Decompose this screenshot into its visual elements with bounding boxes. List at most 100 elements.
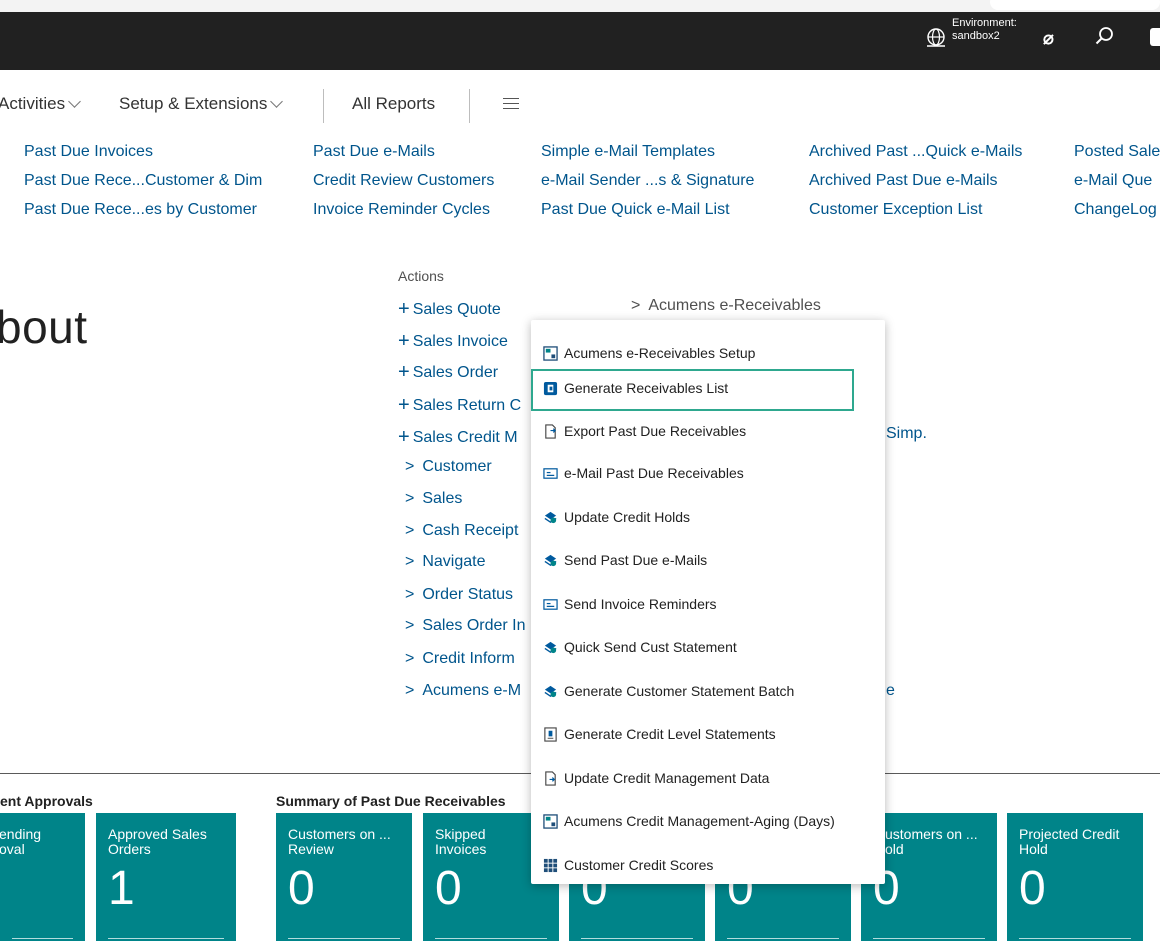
- link-archived-quick-emails[interactable]: Archived Past ...Quick e-Mails: [809, 143, 1022, 161]
- partial-action-text[interactable]: e: [886, 682, 895, 700]
- nav-all-reports[interactable]: All Reports: [352, 94, 435, 114]
- action-new-sales-invoice[interactable]: + Sales Invoice: [398, 329, 508, 352]
- cue-group-approvals-title: ent Approvals: [0, 793, 93, 809]
- action-label: Sales Invoice: [412, 333, 508, 350]
- cue-tile-approved-sales-orders[interactable]: Approved Sales Orders 1: [96, 813, 236, 941]
- cue-tile-customers-on-review[interactable]: Customers on ... Review 0: [276, 813, 412, 941]
- action-group-customer[interactable]: > Customer: [405, 458, 492, 476]
- chevron-right-icon: >: [405, 553, 415, 570]
- menu-item-label: Export Past Due Receivables: [564, 423, 747, 439]
- action-group-label: Sales: [422, 490, 463, 507]
- menu-item-label: Acumens Credit Management-Aging (Days): [564, 813, 835, 829]
- partial-action-text[interactable]: Simp.: [886, 425, 927, 443]
- action-group-sales[interactable]: > Sales: [405, 490, 462, 508]
- menu-item-credit-aging-days[interactable]: Acumens Credit Management-Aging (Days): [543, 810, 835, 832]
- action-group-order-status[interactable]: > Order Status: [405, 586, 513, 604]
- group-header-label: Acumens e-Receivables: [648, 297, 821, 314]
- nav-setup-extensions[interactable]: Setup & Extensions: [119, 94, 284, 114]
- menu-item-send-past-due-emails[interactable]: Send Past Due e-Mails: [543, 549, 707, 571]
- grid-icon: [543, 858, 558, 873]
- link-simple-email-templates[interactable]: Simple e-Mail Templates: [541, 143, 715, 161]
- email-icon: [543, 599, 558, 610]
- document-icon: [545, 771, 556, 786]
- action-group-sales-order-info[interactable]: > Sales Order In: [405, 617, 526, 635]
- action-new-sales-credit[interactable]: + Sales Credit M: [398, 425, 518, 448]
- process-icon: [544, 511, 557, 524]
- link-archived-past-due-emails[interactable]: Archived Past Due e-Mails: [809, 172, 998, 190]
- acumens-ereceivables-group[interactable]: > Acumens e-Receivables: [631, 297, 821, 315]
- menu-item-label: Generate Credit Level Statements: [564, 726, 776, 742]
- tile-label: Review: [288, 841, 334, 857]
- globe-icon[interactable]: [924, 25, 948, 49]
- nav-activities[interactable]: Activities: [0, 94, 81, 114]
- action-new-sales-quote[interactable]: + Sales Quote: [398, 297, 501, 320]
- setup-icon: [543, 814, 558, 829]
- menu-item-update-credit-holds[interactable]: Update Credit Holds: [543, 506, 690, 528]
- tile-value: 0: [435, 862, 462, 915]
- link-past-due-invoices[interactable]: Past Due Invoices: [24, 143, 153, 161]
- page-title: bout: [0, 301, 88, 353]
- action-group-navigate[interactable]: > Navigate: [405, 553, 486, 571]
- link-customer-exception-list[interactable]: Customer Exception List: [809, 201, 982, 219]
- environment-caption: Environment:: [952, 17, 1017, 29]
- link-posted-sales[interactable]: Posted Sale: [1074, 143, 1160, 161]
- menu-item-quick-send-statement[interactable]: Quick Send Cust Statement: [543, 636, 737, 658]
- action-group-cash-receipt[interactable]: > Cash Receipt: [405, 522, 518, 540]
- menu-item-credit-level-statements[interactable]: Generate Credit Level Statements: [543, 723, 776, 745]
- tile-label: Skipped: [435, 826, 486, 842]
- link-invoice-reminder-cycles[interactable]: Invoice Reminder Cycles: [313, 201, 490, 219]
- copilot-icon[interactable]: ⌀: [1043, 28, 1054, 49]
- action-group-label: Credit Inform: [422, 650, 515, 667]
- menu-item-customer-credit-scores[interactable]: Customer Credit Scores: [543, 854, 713, 876]
- tile-label: Orders: [108, 841, 151, 857]
- notification-icon[interactable]: [1150, 28, 1160, 46]
- action-group-credit-info[interactable]: > Credit Inform: [405, 650, 515, 668]
- plus-icon: +: [398, 426, 410, 448]
- link-email-sender-signature[interactable]: e-Mail Sender ...s & Signature: [541, 172, 754, 190]
- menu-item-ereceivables-setup[interactable]: Acumens e-Receivables Setup: [543, 342, 755, 364]
- link-past-due-customer-dim[interactable]: Past Due Rece...Customer & Dim: [24, 172, 262, 190]
- link-past-due-emails[interactable]: Past Due e-Mails: [313, 143, 435, 161]
- cue-tile-projected-credit-hold[interactable]: Projected Credit Hold 0: [1007, 813, 1143, 941]
- link-changelog[interactable]: ChangeLog: [1074, 201, 1157, 219]
- action-group-label: Cash Receipt: [422, 522, 519, 539]
- action-group-label: Order Status: [422, 586, 514, 603]
- chevron-right-icon: >: [405, 586, 415, 603]
- action-label: Sales Order: [412, 364, 499, 381]
- menu-item-label: Send Past Due e-Mails: [564, 552, 708, 568]
- tile-label: Invoices: [435, 841, 487, 857]
- action-group-acumens-email[interactable]: > Acumens e-M: [405, 682, 521, 700]
- action-label: Sales Credit M: [412, 429, 518, 446]
- link-quick-email-list[interactable]: Past Due Quick e-Mail List: [541, 201, 730, 219]
- menu-item-highlight: [531, 369, 854, 411]
- hamburger-menu-icon[interactable]: [503, 98, 519, 109]
- action-new-sales-return[interactable]: + Sales Return C: [398, 393, 521, 416]
- menu-item-send-invoice-reminders[interactable]: Send Invoice Reminders: [543, 593, 717, 615]
- action-label: Sales Return C: [412, 397, 522, 414]
- menu-item-generate-statement-batch[interactable]: Generate Customer Statement Batch: [543, 680, 794, 702]
- chevron-right-icon: >: [405, 490, 415, 507]
- cue-tile[interactable]: ending oval: [0, 813, 85, 941]
- menu-item-update-credit-mgmt-data[interactable]: Update Credit Management Data: [543, 767, 769, 789]
- chevron-right-icon: >: [405, 617, 415, 634]
- link-past-due-by-customer[interactable]: Past Due Rece...es by Customer: [24, 201, 257, 219]
- menu-item-label: e-Mail Past Due Receivables: [564, 465, 744, 481]
- chevron-down-icon: [68, 95, 81, 108]
- menu-item-export-past-due[interactable]: Export Past Due Receivables: [543, 420, 746, 442]
- cue-group-past-due-title: Summary of Past Due Receivables: [276, 793, 506, 809]
- menu-item-label: Update Credit Management Data: [564, 770, 770, 786]
- link-credit-review-customers[interactable]: Credit Review Customers: [313, 172, 494, 190]
- search-icon[interactable]: [1093, 24, 1117, 48]
- tile-label: Approved Sales: [108, 826, 207, 842]
- environment-label[interactable]: Environment: sandbox2: [952, 17, 1017, 43]
- action-group-label: Sales Order In: [422, 617, 526, 634]
- action-new-sales-order[interactable]: + Sales Order: [398, 360, 498, 383]
- link-email-queue[interactable]: e-Mail Que: [1074, 172, 1152, 190]
- export-icon: [545, 424, 557, 439]
- menu-item-label: Generate Customer Statement Batch: [564, 683, 795, 699]
- menu-item-email-past-due[interactable]: e-Mail Past Due Receivables: [543, 462, 744, 484]
- nav-separator: [469, 89, 470, 123]
- setup-icon: [543, 346, 558, 361]
- plus-icon: +: [398, 298, 410, 320]
- tile-label: Hold: [1019, 841, 1048, 857]
